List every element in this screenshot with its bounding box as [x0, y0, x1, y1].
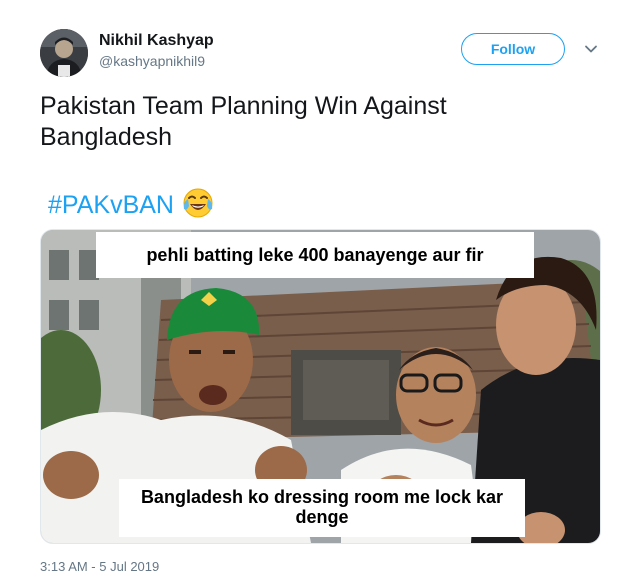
chevron-down-icon[interactable]	[582, 40, 600, 58]
hashtag-line: #PAKvBAN	[48, 187, 214, 219]
display-name[interactable]: Nikhil Kashyap	[99, 32, 214, 50]
tweet-timestamp[interactable]: 3:13 AM - 5 Jul 2019	[40, 559, 159, 574]
tweet-text: Pakistan Team Planning Win Against Bangl…	[40, 92, 447, 151]
meme-caption-top: pehli batting leke 400 banayenge aur fir	[96, 232, 534, 278]
tweet-media[interactable]: pehli batting leke 400 banayenge aur fir…	[40, 229, 601, 544]
tweet: Nikhil Kashyap @kashyapnikhil9 Follow Pa…	[0, 0, 637, 582]
follow-button[interactable]: Follow	[461, 33, 565, 65]
avatar-image	[40, 29, 88, 77]
face-with-tears-of-joy-icon	[182, 187, 214, 227]
user-handle[interactable]: @kashyapnikhil9	[99, 53, 205, 69]
meme-caption-bottom: Bangladesh ko dressing room me lock kar …	[119, 479, 525, 537]
hashtag-link[interactable]: #PAKvBAN	[48, 191, 174, 219]
avatar[interactable]	[40, 29, 88, 77]
